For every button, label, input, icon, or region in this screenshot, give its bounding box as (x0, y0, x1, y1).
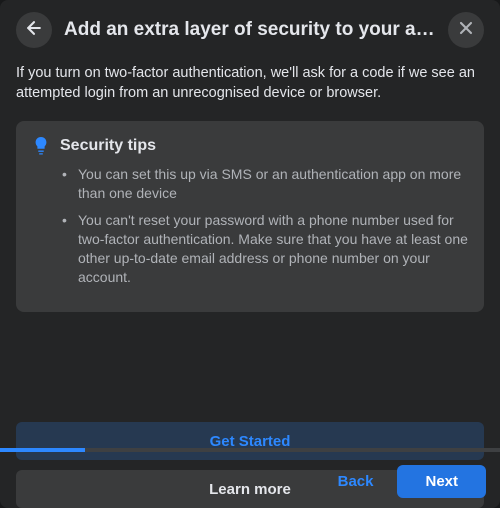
tips-title: Security tips (60, 137, 156, 155)
close-icon (456, 18, 476, 43)
modal-header: Add an extra layer of security to your a… (0, 0, 500, 60)
security-modal: Add an extra layer of security to your a… (0, 0, 500, 508)
security-tips-box: Security tips You can set this up via SM… (16, 121, 484, 312)
arrow-left-icon (24, 18, 44, 43)
tips-list: You can set this up via SMS or an authen… (32, 165, 468, 286)
next-button[interactable]: Next (397, 465, 486, 498)
footer-back-button[interactable]: Back (322, 465, 390, 498)
description-text: If you turn on two-factor authentication… (16, 64, 484, 103)
progress-bar (0, 448, 500, 452)
tip-item: You can set this up via SMS or an authen… (62, 165, 468, 203)
lightbulb-icon (32, 137, 50, 155)
close-button[interactable] (448, 12, 484, 48)
tip-item: You can't reset your password with a pho… (62, 211, 468, 287)
modal-footer: Back Next (308, 455, 500, 508)
tips-header: Security tips (32, 137, 468, 155)
progress-fill (0, 448, 85, 452)
modal-content: If you turn on two-factor authentication… (0, 60, 500, 400)
back-button[interactable] (16, 12, 52, 48)
modal-title: Add an extra layer of security to your a… (64, 19, 436, 41)
